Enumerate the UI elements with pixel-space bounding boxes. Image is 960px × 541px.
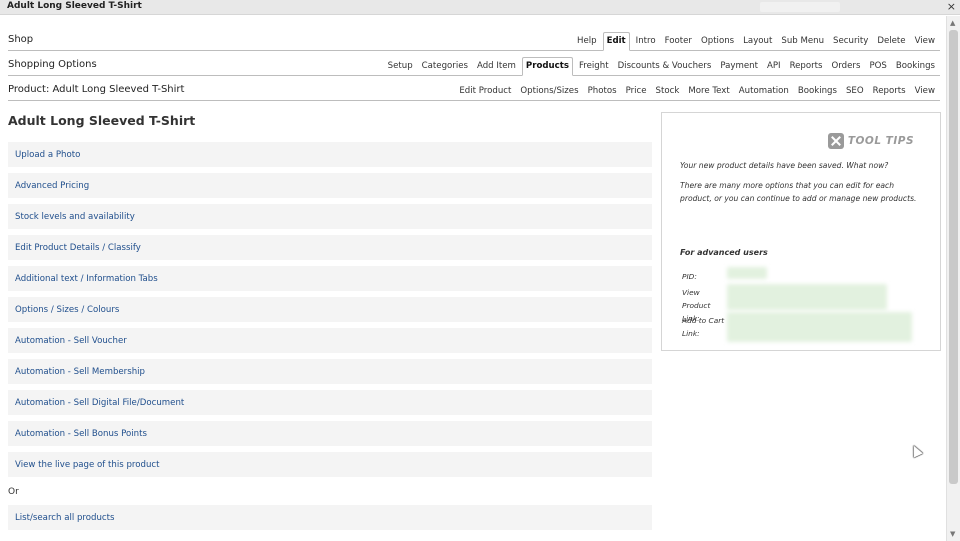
tab-reports[interactable]: Reports [787, 58, 826, 75]
tab-photos[interactable]: Photos [585, 83, 620, 100]
pid-label: PID: [682, 272, 697, 281]
link-automation-sell-digital-file-document[interactable]: Automation - Sell Digital File/Document [8, 390, 652, 415]
link-label[interactable]: Advanced Pricing [15, 181, 89, 191]
link-label[interactable]: View the live page of this product [15, 460, 160, 470]
link-label[interactable]: Automation - Sell Voucher [15, 336, 127, 346]
add-to-cart-link-redacted[interactable] [727, 312, 912, 342]
tab-delete[interactable]: Delete [874, 33, 908, 50]
action-links: Upload a Photo Advanced Pricing Stock leve… [8, 142, 652, 536]
tab-products[interactable]: Products [521, 57, 573, 76]
tab-edit-product[interactable]: Edit Product [456, 83, 514, 100]
tool-tips-logo: TOOL TIPS [827, 133, 914, 149]
tab-more-text[interactable]: More Text [685, 83, 732, 100]
link-advanced-pricing[interactable]: Advanced Pricing [8, 173, 652, 198]
link-view-the-live-page-of-this-product[interactable]: View the live page of this product [8, 452, 652, 477]
link-label[interactable]: List/search all products [15, 513, 115, 523]
close-icon[interactable]: × [947, 0, 956, 13]
advanced-heading: For advanced users [680, 248, 768, 257]
tab-reports[interactable]: Reports [870, 83, 909, 100]
link-label[interactable]: Automation - Sell Membership [15, 367, 145, 377]
page-heading: Adult Long Sleeved T-Shirt [8, 113, 196, 128]
tab-intro[interactable]: Intro [633, 33, 659, 50]
shop-nav: Shop Help Edit Intro Footer Options Layout Sub… [8, 26, 940, 51]
link-stock-levels-and-availability[interactable]: Stock levels and availability [8, 204, 652, 229]
link-automation-sell-voucher[interactable]: Automation - Sell Voucher [8, 328, 652, 353]
tab-stock[interactable]: Stock [653, 83, 683, 100]
link-upload-a-photo[interactable]: Upload a Photo [8, 142, 652, 167]
window-title: Adult Long Sleeved T-Shirt [7, 1, 142, 11]
shopping-options-title: Shopping Options [8, 59, 97, 70]
main-content: Shop Help Edit Intro Footer Options Layout Sub… [0, 16, 946, 541]
tab-price[interactable]: Price [623, 83, 650, 100]
tool-tips-logo-text: TOOL TIPS [847, 135, 914, 147]
tab-bookings[interactable]: Bookings [795, 83, 840, 100]
vertical-scrollbar[interactable]: ▲ ▼ [946, 16, 960, 541]
link-additional-text-information-tabs[interactable]: Additional text / Information Tabs [8, 266, 652, 291]
link-label[interactable]: Additional text / Information Tabs [15, 274, 158, 284]
tab-payment[interactable]: Payment [717, 58, 761, 75]
link-label[interactable]: Automation - Sell Digital File/Document [15, 398, 184, 408]
view-product-link-redacted[interactable] [727, 284, 887, 310]
add-to-cart-link-label: Add to Cart Link: [682, 316, 725, 338]
scroll-down-icon[interactable]: ▼ [950, 530, 955, 538]
tab-help[interactable]: Help [574, 33, 600, 50]
window-titlebar: Adult Long Sleeved T-Shirt × [0, 0, 960, 15]
tab-orders[interactable]: Orders [829, 58, 864, 75]
shopping-options-nav: Shopping Options Setup Categories Add Item… [8, 51, 940, 76]
tab-bookings[interactable]: Bookings [893, 58, 938, 75]
link-edit-product-details-classify[interactable]: Edit Product Details / Classify [8, 235, 652, 260]
link-automation-sell-bonus-points[interactable]: Automation - Sell Bonus Points [8, 421, 652, 446]
tab-add-item[interactable]: Add Item [474, 58, 519, 75]
scrollbar-thumb[interactable] [949, 30, 958, 484]
tab-api[interactable]: API [764, 58, 784, 75]
shop-title: Shop [8, 34, 34, 45]
link-list-search-all-products[interactable]: List/search all products [8, 505, 652, 530]
link-label[interactable]: Upload a Photo [15, 150, 80, 160]
pid-value-redacted [727, 267, 767, 279]
tool-tips-panel: TOOL TIPS Your new product details have … [661, 112, 941, 351]
tab-categories[interactable]: Categories [419, 58, 471, 75]
tab-options-sizes[interactable]: Options/Sizes [517, 83, 581, 100]
link-label[interactable]: Options / Sizes / Colours [15, 305, 119, 315]
tab-layout[interactable]: Layout [740, 33, 775, 50]
scroll-up-icon[interactable]: ▲ [950, 19, 955, 27]
tab-view[interactable]: View [912, 83, 938, 100]
tab-pos[interactable]: POS [866, 58, 889, 75]
product-title: Product: Adult Long Sleeved T-Shirt [8, 84, 185, 95]
tools-icon [827, 133, 844, 149]
shop-tabs: Help Edit Intro Footer Options Layout Sub Menu… [571, 32, 938, 51]
tab-setup[interactable]: Setup [385, 58, 416, 75]
link-options-sizes-colours[interactable]: Options / Sizes / Colours [8, 297, 652, 322]
tab-options[interactable]: Options [698, 33, 737, 50]
tab-sub-menu[interactable]: Sub Menu [778, 33, 827, 50]
help-message: There are many more options that you can… [680, 181, 917, 203]
tab-edit[interactable]: Edit [602, 32, 630, 51]
tab-view[interactable]: View [912, 33, 938, 50]
tab-seo[interactable]: SEO [843, 83, 867, 100]
product-nav: Product: Adult Long Sleeved T-Shirt Edit… [8, 76, 940, 101]
tab-discounts-and-vouchers[interactable]: Discounts & Vouchers [615, 58, 715, 75]
or-label: Or [8, 487, 19, 497]
tab-footer[interactable]: Footer [662, 33, 695, 50]
shopping-options-tabs: Setup Categories Add Item Products Freight Di… [382, 57, 938, 76]
tab-automation[interactable]: Automation [736, 83, 792, 100]
product-tabs: Edit Product Options/Sizes Photos Price Stoc… [453, 83, 938, 100]
link-label[interactable]: Edit Product Details / Classify [15, 243, 141, 253]
link-label[interactable]: Automation - Sell Bonus Points [15, 429, 147, 439]
tab-freight[interactable]: Freight [576, 58, 612, 75]
link-label[interactable]: Stock levels and availability [15, 212, 135, 222]
tab-security[interactable]: Security [830, 33, 871, 50]
link-automation-sell-membership[interactable]: Automation - Sell Membership [8, 359, 652, 384]
titlebar-placeholder [760, 2, 840, 12]
saved-message: Your new product details have been saved… [680, 161, 889, 170]
